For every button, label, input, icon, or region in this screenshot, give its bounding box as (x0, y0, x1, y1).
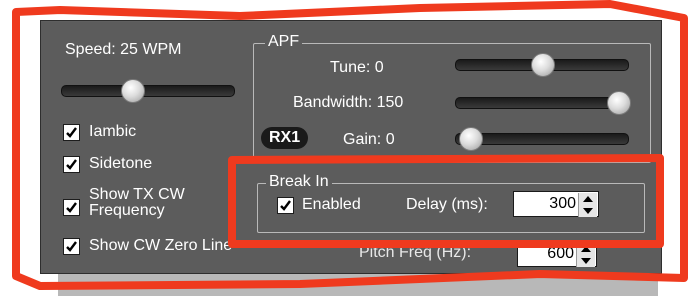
break-in-highlight-frame (228, 154, 664, 248)
annotation-overlay (12, 0, 688, 290)
